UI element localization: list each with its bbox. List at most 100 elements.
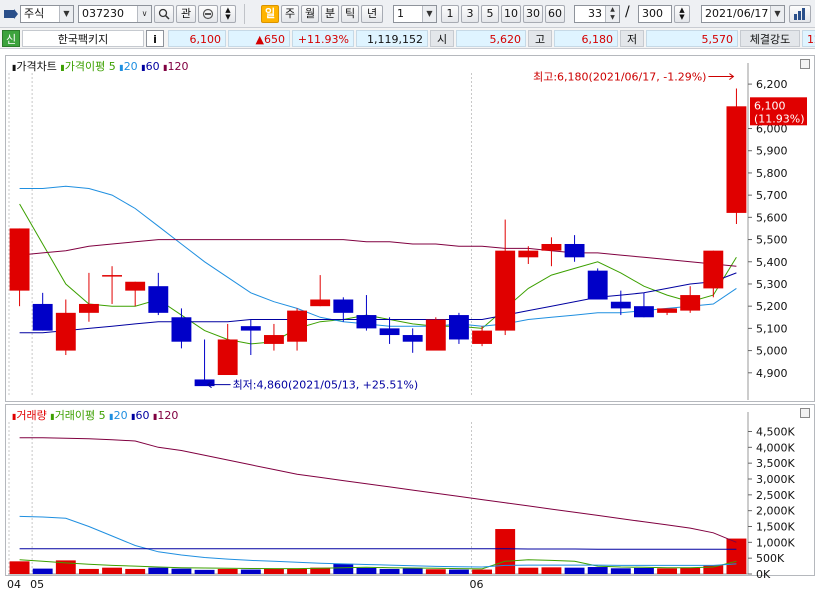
y-tick-label: 5,600	[756, 211, 788, 224]
quick-60-button[interactable]: 60	[545, 5, 565, 23]
quick-5-button[interactable]: 5	[481, 5, 499, 23]
tab-minute[interactable]: 분	[321, 5, 339, 23]
volume-bar	[495, 529, 516, 574]
y-tick-label: 5,800	[756, 167, 788, 180]
interval-value: 1	[397, 7, 404, 20]
y-tick-label: 2,000K	[756, 505, 795, 518]
market-select[interactable]: 주식 ▼	[20, 5, 74, 23]
info-button[interactable]: i	[146, 30, 164, 47]
volume-chart[interactable]: 0K 500K 1,000K 1,500K 2,000K 2,500K 3,000K 3,50…	[5, 404, 815, 591]
candle-body	[495, 250, 516, 331]
candle-body	[564, 243, 585, 258]
volume-bar	[518, 567, 539, 574]
stepper-button[interactable]: ▲ ▼	[220, 5, 236, 23]
x-tick-label: 04	[7, 578, 21, 591]
quick-30-button[interactable]: 30	[523, 5, 543, 23]
candle-body	[726, 106, 747, 213]
interest-button[interactable]: 관	[176, 5, 196, 23]
y-tick-label: 5,100	[756, 322, 788, 335]
quick-1-button[interactable]: 1	[441, 5, 459, 23]
y-tick-label: 4,900	[756, 367, 788, 380]
volume-bar	[125, 568, 146, 574]
stock-code-input[interactable]: 037230 ∨	[78, 5, 152, 23]
candle-body	[680, 295, 701, 311]
search-button[interactable]	[154, 5, 174, 23]
volume-bar	[379, 568, 400, 574]
spinner-icon[interactable]: ▲ ▼	[605, 6, 619, 22]
visible-count-value: 33	[588, 7, 602, 20]
chart-tools-button[interactable]	[789, 5, 811, 23]
low-annotation: 최저:4,860(2021/05/13, +25.51%)	[233, 379, 419, 392]
y-tick-label: 5,500	[756, 234, 788, 247]
interval-select[interactable]: 1 ▼	[393, 5, 437, 23]
candle-body	[703, 250, 724, 289]
volume-bar	[402, 568, 423, 574]
total-count-input[interactable]: 300	[638, 5, 672, 23]
candle-body	[148, 286, 169, 313]
volume-bar	[680, 567, 701, 574]
volume-bar	[657, 568, 678, 574]
chevron-down-icon[interactable]: ∨	[137, 6, 151, 22]
volume-bar	[333, 563, 354, 574]
stepper-button[interactable]: ▲ ▼	[674, 5, 690, 23]
chevron-down-icon[interactable]: ▼	[59, 6, 73, 22]
window-menu-icon[interactable]	[4, 8, 18, 20]
tab-tick[interactable]: 틱	[341, 5, 359, 23]
quote-bar: 신 한국팩키지 i 6,100 ▲650 +11.93% 1,119,152 시…	[0, 28, 815, 49]
toolbar: 주식 ▼ 037230 ∨ 관 ▲ ▼ 일 주 월 분 틱 년 1 ▼ 1 3 5…	[0, 0, 815, 28]
chevron-down-icon[interactable]: ▼	[422, 6, 436, 22]
y-tick-label: 2,500K	[756, 489, 795, 502]
volume-bar	[726, 538, 747, 574]
open-label: 시	[430, 30, 454, 47]
candle-body	[32, 303, 53, 331]
credit-badge: 신	[2, 30, 20, 47]
ma-line	[19, 239, 737, 267]
high-price: 6,180	[554, 30, 618, 47]
quick-3-button[interactable]: 3	[461, 5, 479, 23]
volume-bar	[448, 569, 469, 574]
volume-bar	[194, 569, 215, 574]
y-tick-label: 1,500K	[756, 521, 795, 534]
y-tick-label: 1,000K	[756, 536, 795, 549]
price-chart[interactable]: 4,900 5,000 5,100 5,200 5,300 5,400 5,500 5,600…	[5, 55, 815, 402]
y-tick-label: 5,400	[756, 256, 788, 269]
visible-count-input[interactable]: 33 ▲ ▼	[574, 5, 620, 23]
candle-body	[356, 315, 377, 329]
candle-body	[610, 301, 631, 309]
current-price-label: 6,100	[754, 99, 786, 112]
ma-line	[19, 203, 737, 345]
candle-body	[240, 326, 261, 331]
low-price: 5,570	[646, 30, 738, 47]
volume-bar	[703, 565, 724, 574]
market-select-value: 주식	[24, 7, 45, 20]
candle-body	[287, 310, 308, 342]
volume-bar	[32, 568, 53, 574]
volume-bar	[9, 561, 30, 574]
stock-name: 한국팩키지	[22, 30, 144, 47]
date-input[interactable]: 2021/06/17 ▼	[701, 5, 785, 23]
volume-bar	[102, 567, 123, 574]
y-tick-label: 3,500K	[756, 457, 795, 470]
tab-week[interactable]: 주	[281, 5, 299, 23]
y-tick-label: 500K	[756, 552, 785, 565]
tab-day[interactable]: 일	[261, 5, 279, 23]
current-rate-label: (11.93%)	[754, 112, 805, 125]
y-tick-label: 3,000K	[756, 473, 795, 486]
chevron-down-icon[interactable]: ▼	[770, 6, 784, 22]
candle-body	[55, 312, 76, 351]
candle-body	[633, 306, 654, 318]
chart-icon	[794, 8, 805, 20]
candle-body	[333, 299, 354, 313]
tab-month[interactable]: 월	[301, 5, 319, 23]
y-tick-label: 5,300	[756, 278, 788, 291]
candle-body	[125, 281, 146, 291]
candle-body	[587, 270, 608, 300]
candle-body	[541, 243, 562, 251]
quick-10-button[interactable]: 10	[501, 5, 521, 23]
tab-year[interactable]: 년	[361, 5, 383, 23]
trade-volume: 1,119,152	[356, 30, 428, 47]
link-button[interactable]	[198, 5, 218, 23]
y-tick-label: 4,000K	[756, 441, 795, 454]
y-tick-label: 5,200	[756, 300, 788, 313]
volume-ma-line	[19, 515, 737, 568]
